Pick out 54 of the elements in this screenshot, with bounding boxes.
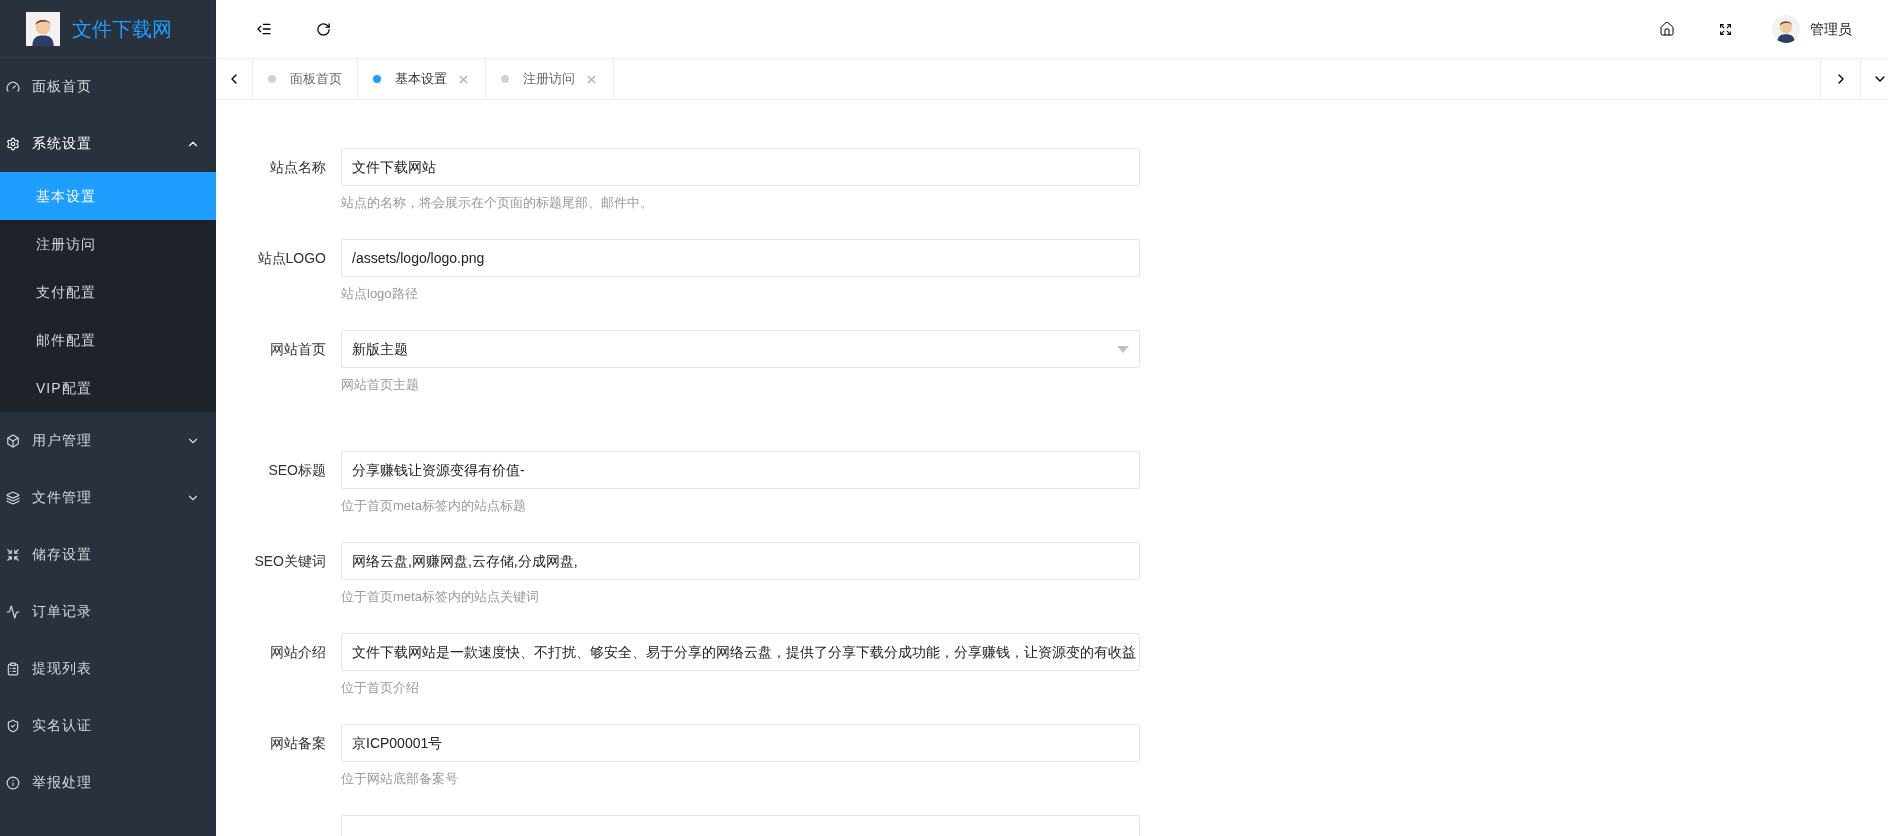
sidebar-item[interactable]: 举报处理 bbox=[0, 754, 216, 811]
sidebar-item[interactable]: 实名认证 bbox=[0, 697, 216, 754]
input-field[interactable]: 京ICP00001号 bbox=[341, 724, 1140, 762]
fullscreen-icon bbox=[1719, 22, 1732, 36]
field-label: 网站介绍 bbox=[269, 642, 327, 662]
home-icon bbox=[1659, 21, 1675, 37]
submenu-item[interactable]: 邮件配置 bbox=[0, 316, 216, 364]
sidebar-item[interactable]: 提现列表 bbox=[0, 640, 216, 697]
help-text: 站点的名称，将会展示在个页面的标题尾部、邮件中。 bbox=[341, 194, 654, 212]
avatar-icon bbox=[1772, 15, 1800, 43]
dropdown-caret-icon bbox=[1117, 345, 1129, 353]
refresh-icon bbox=[316, 21, 331, 37]
input-field[interactable]: /assets/logo/logo.png bbox=[341, 239, 1140, 277]
field-label: SEO关键词 bbox=[253, 551, 327, 571]
brand-name: 文件下载网 bbox=[72, 16, 172, 42]
sidebar-item[interactable]: 储存设置 bbox=[0, 526, 216, 583]
tab[interactable]: 面板首页 bbox=[253, 59, 358, 99]
input-field[interactable]: 文件下载网站是一款速度快、不打扰、够安全、易于分享的网络云盘，提供了分享下载分成功能，分享赚钱，让资源变的有收益 bbox=[341, 633, 1140, 671]
field-label: 网站首页 bbox=[269, 339, 327, 359]
gauge-icon bbox=[6, 79, 20, 94]
field-label: 站点名称 bbox=[269, 157, 327, 177]
clipboard-icon bbox=[6, 661, 20, 676]
input-field[interactable]: 网络云盘,网赚网盘,云存储,分成网盘, bbox=[341, 542, 1140, 580]
submenu-item[interactable]: 注册访问 bbox=[0, 220, 216, 268]
help-text: 位于首页meta标签内的站点关键词 bbox=[341, 588, 540, 606]
indent-icon bbox=[256, 21, 272, 37]
submenu-item[interactable]: VIP配置 bbox=[0, 364, 216, 412]
tab[interactable]: 注册访问 bbox=[486, 59, 614, 99]
gear-icon bbox=[6, 136, 20, 151]
field-label: SEO标题 bbox=[267, 460, 327, 480]
layers-icon bbox=[6, 490, 20, 505]
shield-icon bbox=[6, 718, 20, 733]
help-text: 网站首页主题 bbox=[341, 376, 420, 394]
cube-icon bbox=[6, 433, 20, 448]
user-name[interactable]: 管理员 bbox=[1810, 18, 1852, 40]
sidebar-item[interactable]: 文件管理 bbox=[0, 469, 216, 526]
field-label: 站点LOGO bbox=[256, 248, 327, 268]
help-text: 位于网站底部备案号 bbox=[341, 770, 459, 788]
info-icon bbox=[6, 775, 20, 790]
pulse-icon bbox=[6, 604, 20, 619]
sidebar-item[interactable]: 订单记录 bbox=[0, 583, 216, 640]
tab[interactable]: 基本设置 bbox=[358, 59, 486, 99]
submenu-item[interactable]: 支付配置 bbox=[0, 268, 216, 316]
sidebar-item[interactable]: 面板首页 bbox=[0, 58, 216, 115]
input-field[interactable]: 分享赚钱让资源变得有价值- bbox=[341, 451, 1140, 489]
help-text: 站点logo路径 bbox=[341, 285, 419, 303]
help-text: 位于首页meta标签内的站点标题 bbox=[341, 497, 527, 515]
sidebar-item[interactable]: 系统设置 bbox=[0, 115, 216, 172]
sidebar-item[interactable]: 用户管理 bbox=[0, 412, 216, 469]
field-label: 网站备案 bbox=[269, 733, 327, 753]
logo-icon bbox=[26, 11, 60, 46]
input-field[interactable]: 文件下载网站 bbox=[341, 148, 1140, 186]
select-field[interactable]: 新版主题 bbox=[341, 330, 1140, 368]
help-text: 位于首页介绍 bbox=[341, 679, 420, 697]
